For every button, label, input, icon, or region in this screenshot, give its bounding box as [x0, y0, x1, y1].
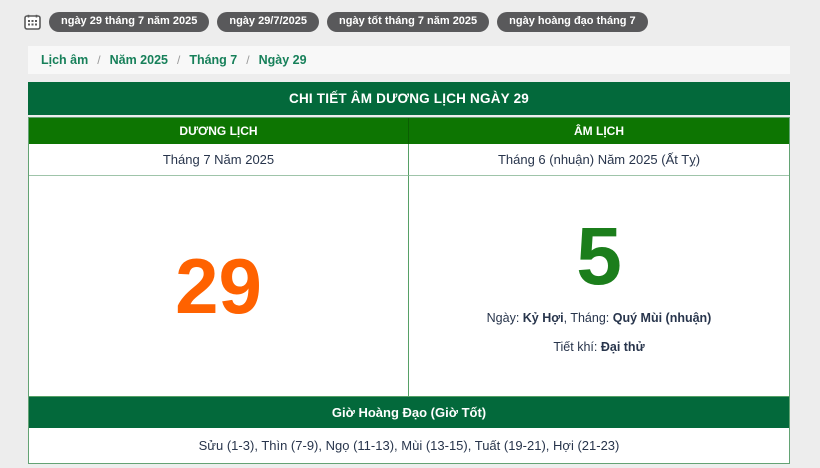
- solar-day-number: 29: [175, 247, 262, 325]
- column-header-row: DƯƠNG LỊCH ÂM LỊCH: [29, 118, 789, 144]
- breadcrumb-separator: /: [177, 53, 180, 67]
- breadcrumb-nam-2025[interactable]: Năm 2025: [110, 53, 168, 67]
- month-subtitle-row: Tháng 7 Năm 2025 Tháng 6 (nhuận) Năm 202…: [29, 144, 789, 176]
- lunar-day-label: Ngày:: [487, 311, 520, 325]
- solar-lunar-table: DƯƠNG LỊCH ÂM LỊCH Tháng 7 Năm 2025 Thán…: [28, 117, 790, 464]
- breadcrumb-separator: /: [246, 53, 249, 67]
- tag-ngay-hoang-dao-thang-7[interactable]: ngày hoàng đạo tháng 7: [497, 12, 648, 32]
- breadcrumb-ngay-29[interactable]: Ngày 29: [259, 53, 307, 67]
- golden-hour-item: Tuất (19-21): [475, 438, 546, 453]
- breadcrumb: Lịch âm / Năm 2025 / Tháng 7 / Ngày 29: [28, 46, 790, 74]
- solar-day-cell: 29: [29, 176, 409, 396]
- breadcrumb-separator: /: [97, 53, 100, 67]
- calendar-detail-panel: CHI TIẾT ÂM DƯƠNG LỊCH NGÀY 29 DƯƠNG LỊC…: [28, 82, 790, 464]
- lunar-day-cell: 5 Ngày: Kỷ Hợi, Tháng: Quý Mùi (nhuận) T…: [409, 176, 789, 396]
- golden-hour-item: Thìn (7-9): [261, 438, 318, 453]
- golden-hours-header: Giờ Hoàng Đạo (Giờ Tốt): [29, 396, 789, 428]
- golden-hour-separator: ,: [318, 438, 325, 453]
- breadcrumb-lich-am[interactable]: Lịch âm: [41, 53, 88, 67]
- lunar-month-canchi: Quý Mùi (nhuận): [613, 311, 712, 325]
- golden-hours-list: Sửu (1-3), Thìn (7-9), Ngọ (11-13), Mùi …: [29, 428, 789, 463]
- breadcrumb-thang-7[interactable]: Tháng 7: [189, 53, 237, 67]
- tag-ngay-tot-thang-7-nam-2025[interactable]: ngày tốt tháng 7 năm 2025: [327, 12, 489, 32]
- tag-ngay-29-7-2025[interactable]: ngày 29/7/2025: [217, 12, 319, 32]
- lunar-day-number: 5: [576, 218, 622, 296]
- golden-hour-separator: ,: [546, 438, 553, 453]
- lunar-month-label: , Tháng:: [564, 311, 610, 325]
- tiet-khi-value: Đại thử: [601, 340, 645, 354]
- tags-row: ngày 29 tháng 7 năm 2025 ngày 29/7/2025 …: [0, 0, 820, 32]
- panel-title: CHI TIẾT ÂM DƯƠNG LỊCH NGÀY 29: [28, 82, 790, 115]
- golden-hour-item: Hợi (21-23): [553, 438, 619, 453]
- golden-hour-item: Ngọ (11-13): [326, 438, 394, 453]
- lunar-column-header: ÂM LỊCH: [409, 118, 789, 144]
- golden-hour-item: Mùi (13-15): [401, 438, 467, 453]
- solar-month-subtitle: Tháng 7 Năm 2025: [29, 144, 409, 176]
- tag-ngay-29-thang-7-nam-2025[interactable]: ngày 29 tháng 7 năm 2025: [49, 12, 209, 32]
- tiet-khi-line: Tiết khí: Đại thử: [553, 340, 644, 354]
- calendar-icon: [24, 14, 41, 30]
- lunar-day-canchi: Kỷ Hợi: [523, 311, 564, 325]
- day-number-row: 29 5 Ngày: Kỷ Hợi, Tháng: Quý Mùi (nhuận…: [29, 176, 789, 396]
- lunar-month-subtitle: Tháng 6 (nhuận) Năm 2025 (Ất Tỵ): [409, 144, 789, 176]
- golden-hour-separator: ,: [468, 438, 475, 453]
- tiet-khi-label: Tiết khí:: [553, 340, 597, 354]
- lunar-canchi-line: Ngày: Kỷ Hợi, Tháng: Quý Mùi (nhuận): [487, 311, 712, 325]
- golden-hour-item: Sửu (1-3): [199, 438, 255, 453]
- solar-column-header: DƯƠNG LỊCH: [29, 118, 409, 144]
